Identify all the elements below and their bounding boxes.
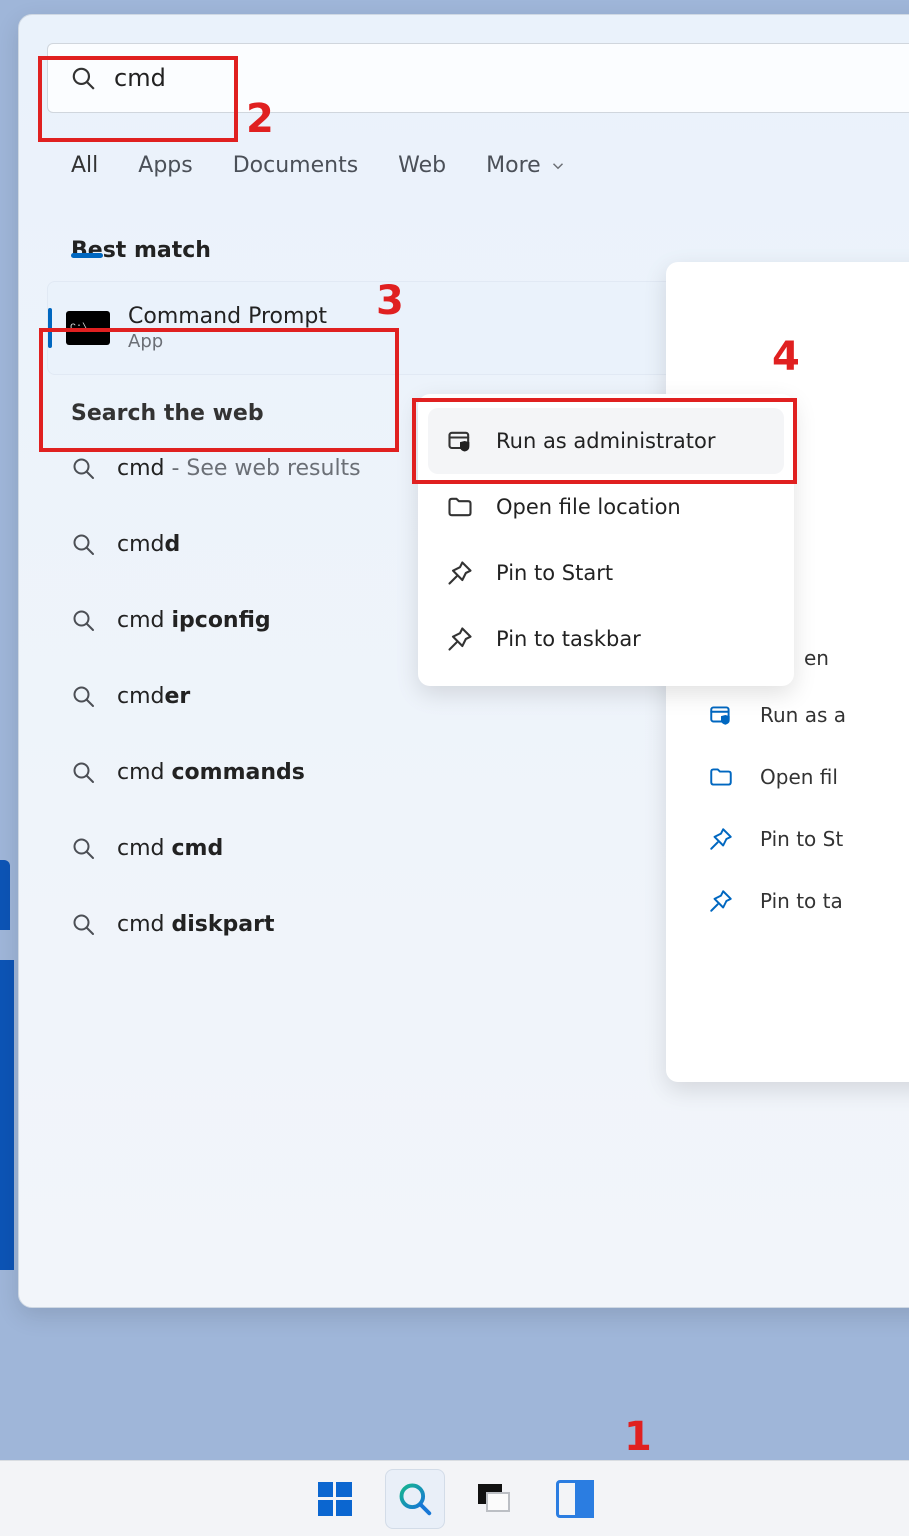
- web-suggestion-text: cmd cmd: [117, 836, 223, 861]
- pin-icon: [446, 559, 474, 587]
- annotation-box-4: [412, 398, 797, 484]
- start-button[interactable]: [305, 1469, 365, 1529]
- preview-open-suffix: en: [804, 646, 829, 670]
- taskbar: [0, 1460, 909, 1536]
- annotation-box-2: [38, 56, 238, 142]
- folder-icon: [446, 493, 474, 521]
- preview-action[interactable]: Open fil: [708, 764, 846, 790]
- widgets-button[interactable]: [545, 1469, 605, 1529]
- task-view-icon: [478, 1484, 512, 1514]
- context-menu-pin-start[interactable]: Pin to Start: [428, 540, 784, 606]
- preview-action-label: Open fil: [760, 765, 838, 789]
- web-suggestion-text: cmd commands: [117, 760, 305, 785]
- tab-all[interactable]: All: [71, 153, 98, 192]
- tab-more[interactable]: More: [486, 153, 567, 192]
- preview-action-label: Pin to St: [760, 827, 843, 851]
- tab-apps[interactable]: Apps: [138, 153, 192, 192]
- annotation-number-3: 3: [376, 278, 404, 324]
- context-menu-pin-task[interactable]: Pin to taskbar: [428, 606, 784, 672]
- taskbar-search-button[interactable]: [385, 1469, 445, 1529]
- search-icon: [71, 608, 95, 632]
- web-suggestion-text: cmd - See web results: [117, 456, 361, 481]
- pin-icon: [446, 625, 474, 653]
- web-suggestion-text: cmd ipconfig: [117, 608, 271, 633]
- search-icon: [71, 684, 95, 708]
- window-shield-icon: [708, 702, 734, 728]
- task-view-button[interactable]: [465, 1469, 525, 1529]
- search-icon: [71, 912, 95, 936]
- search-icon: [71, 836, 95, 860]
- widgets-icon: [556, 1480, 594, 1518]
- best-match-title: Command Prompt: [128, 304, 327, 329]
- preview-action-label: Run as a: [760, 703, 846, 727]
- tab-web[interactable]: Web: [398, 153, 446, 192]
- preview-action[interactable]: Run as a: [708, 702, 846, 728]
- search-icon: [71, 456, 95, 480]
- web-suggestion-text: cmder: [117, 684, 190, 709]
- web-suggestion-text: cmd diskpart: [117, 912, 274, 937]
- search-icon: [71, 532, 95, 556]
- tab-documents[interactable]: Documents: [233, 153, 358, 192]
- chevron-down-icon: [549, 157, 567, 175]
- active-tab-indicator: [71, 253, 103, 258]
- context-menu-label: Pin to Start: [496, 561, 613, 585]
- preview-action[interactable]: Pin to ta: [708, 888, 846, 914]
- preview-action-label: Pin to ta: [760, 889, 843, 913]
- annotation-number-2: 2: [246, 96, 274, 142]
- pin-icon: [708, 888, 734, 914]
- search-icon: [397, 1481, 433, 1517]
- web-suggestion-text: cmdd: [117, 532, 180, 557]
- windows-logo-icon: [318, 1482, 352, 1516]
- annotation-number-4: 4: [772, 334, 800, 380]
- context-menu-label: Open file location: [496, 495, 681, 519]
- annotation-box-3: [39, 328, 399, 452]
- search-icon: [71, 760, 95, 784]
- preview-action[interactable]: Pin to St: [708, 826, 846, 852]
- context-menu-label: Pin to taskbar: [496, 627, 641, 651]
- annotation-number-1: 1: [624, 1414, 652, 1460]
- folder-icon: [708, 764, 734, 790]
- pin-icon: [708, 826, 734, 852]
